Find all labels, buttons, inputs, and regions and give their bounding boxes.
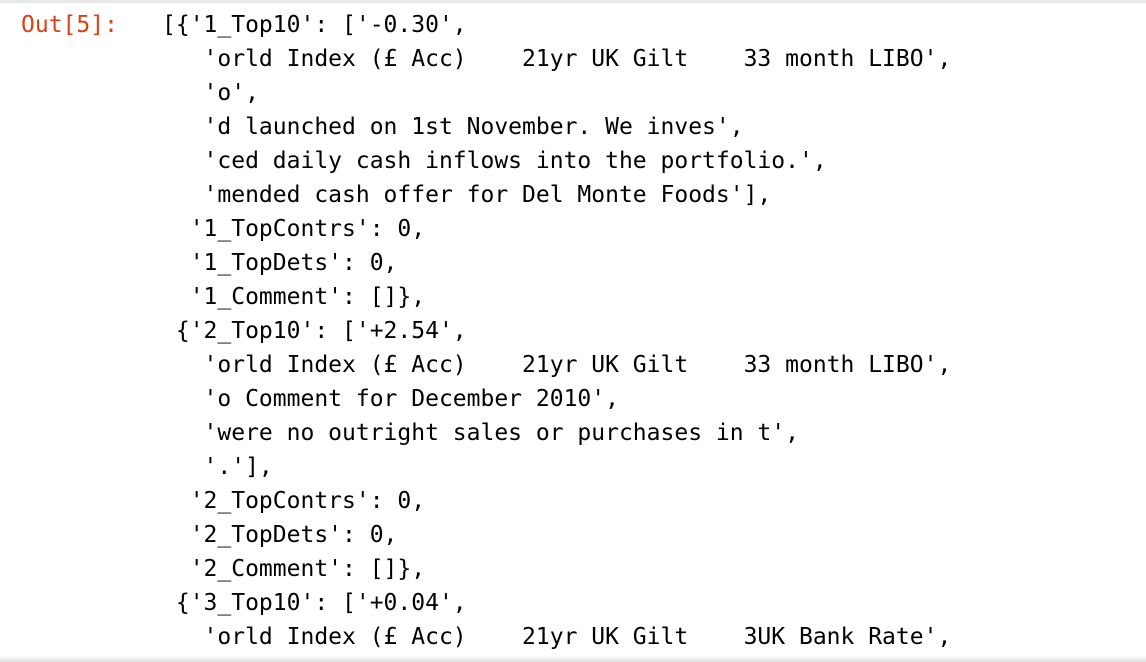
output-line: 'ced daily cash inflows into the portfol… xyxy=(162,148,827,174)
output-text-area: [{'1_Top10': ['-0.30', 'orld Index (£ Ac… xyxy=(162,8,951,662)
output-line: '1_TopDets': 0, xyxy=(162,250,398,276)
output-line: 'were no outright sales or purchases in … xyxy=(162,420,799,446)
output-line: '1_Comment': []}, xyxy=(162,284,426,310)
output-line: '2_TopContrs': 0, xyxy=(162,488,426,514)
cell-top-divider xyxy=(0,0,1146,3)
cell-bottom-divider xyxy=(0,656,1146,662)
output-line: '.'], xyxy=(162,454,273,480)
output-line: {'3_Top10': ['+0.04', xyxy=(162,590,467,616)
output-line: 'orld Index (£ Acc) 21yr UK Gilt 33 mont… xyxy=(162,352,952,378)
output-line: [{'1_Top10': ['-0.30', xyxy=(162,12,467,38)
output-line: 'd launched on 1st November. We inves', xyxy=(162,114,744,140)
output-line: '2_TopDets': 0, xyxy=(162,522,398,548)
output-line: 'mended cash offer for Del Monte Foods']… xyxy=(162,182,772,208)
output-line: 'o', xyxy=(162,80,259,106)
output-line: '1_TopContrs': 0, xyxy=(162,216,426,242)
output-line: {'2_Top10': ['+2.54', xyxy=(162,318,467,344)
output-line: 'orld Index (£ Acc) 21yr UK Gilt 33 mont… xyxy=(162,46,952,72)
notebook-output-cell: Out[5]: [{'1_Top10': ['-0.30', 'orld Ind… xyxy=(0,0,1146,662)
output-line: '2_Comment': []}, xyxy=(162,556,426,582)
output-prompt: Out[5]: xyxy=(21,12,118,38)
output-line: 'o Comment for December 2010', xyxy=(162,386,619,412)
output-line: 'orld Index (£ Acc) 21yr UK Gilt 3UK Ban… xyxy=(162,624,952,650)
